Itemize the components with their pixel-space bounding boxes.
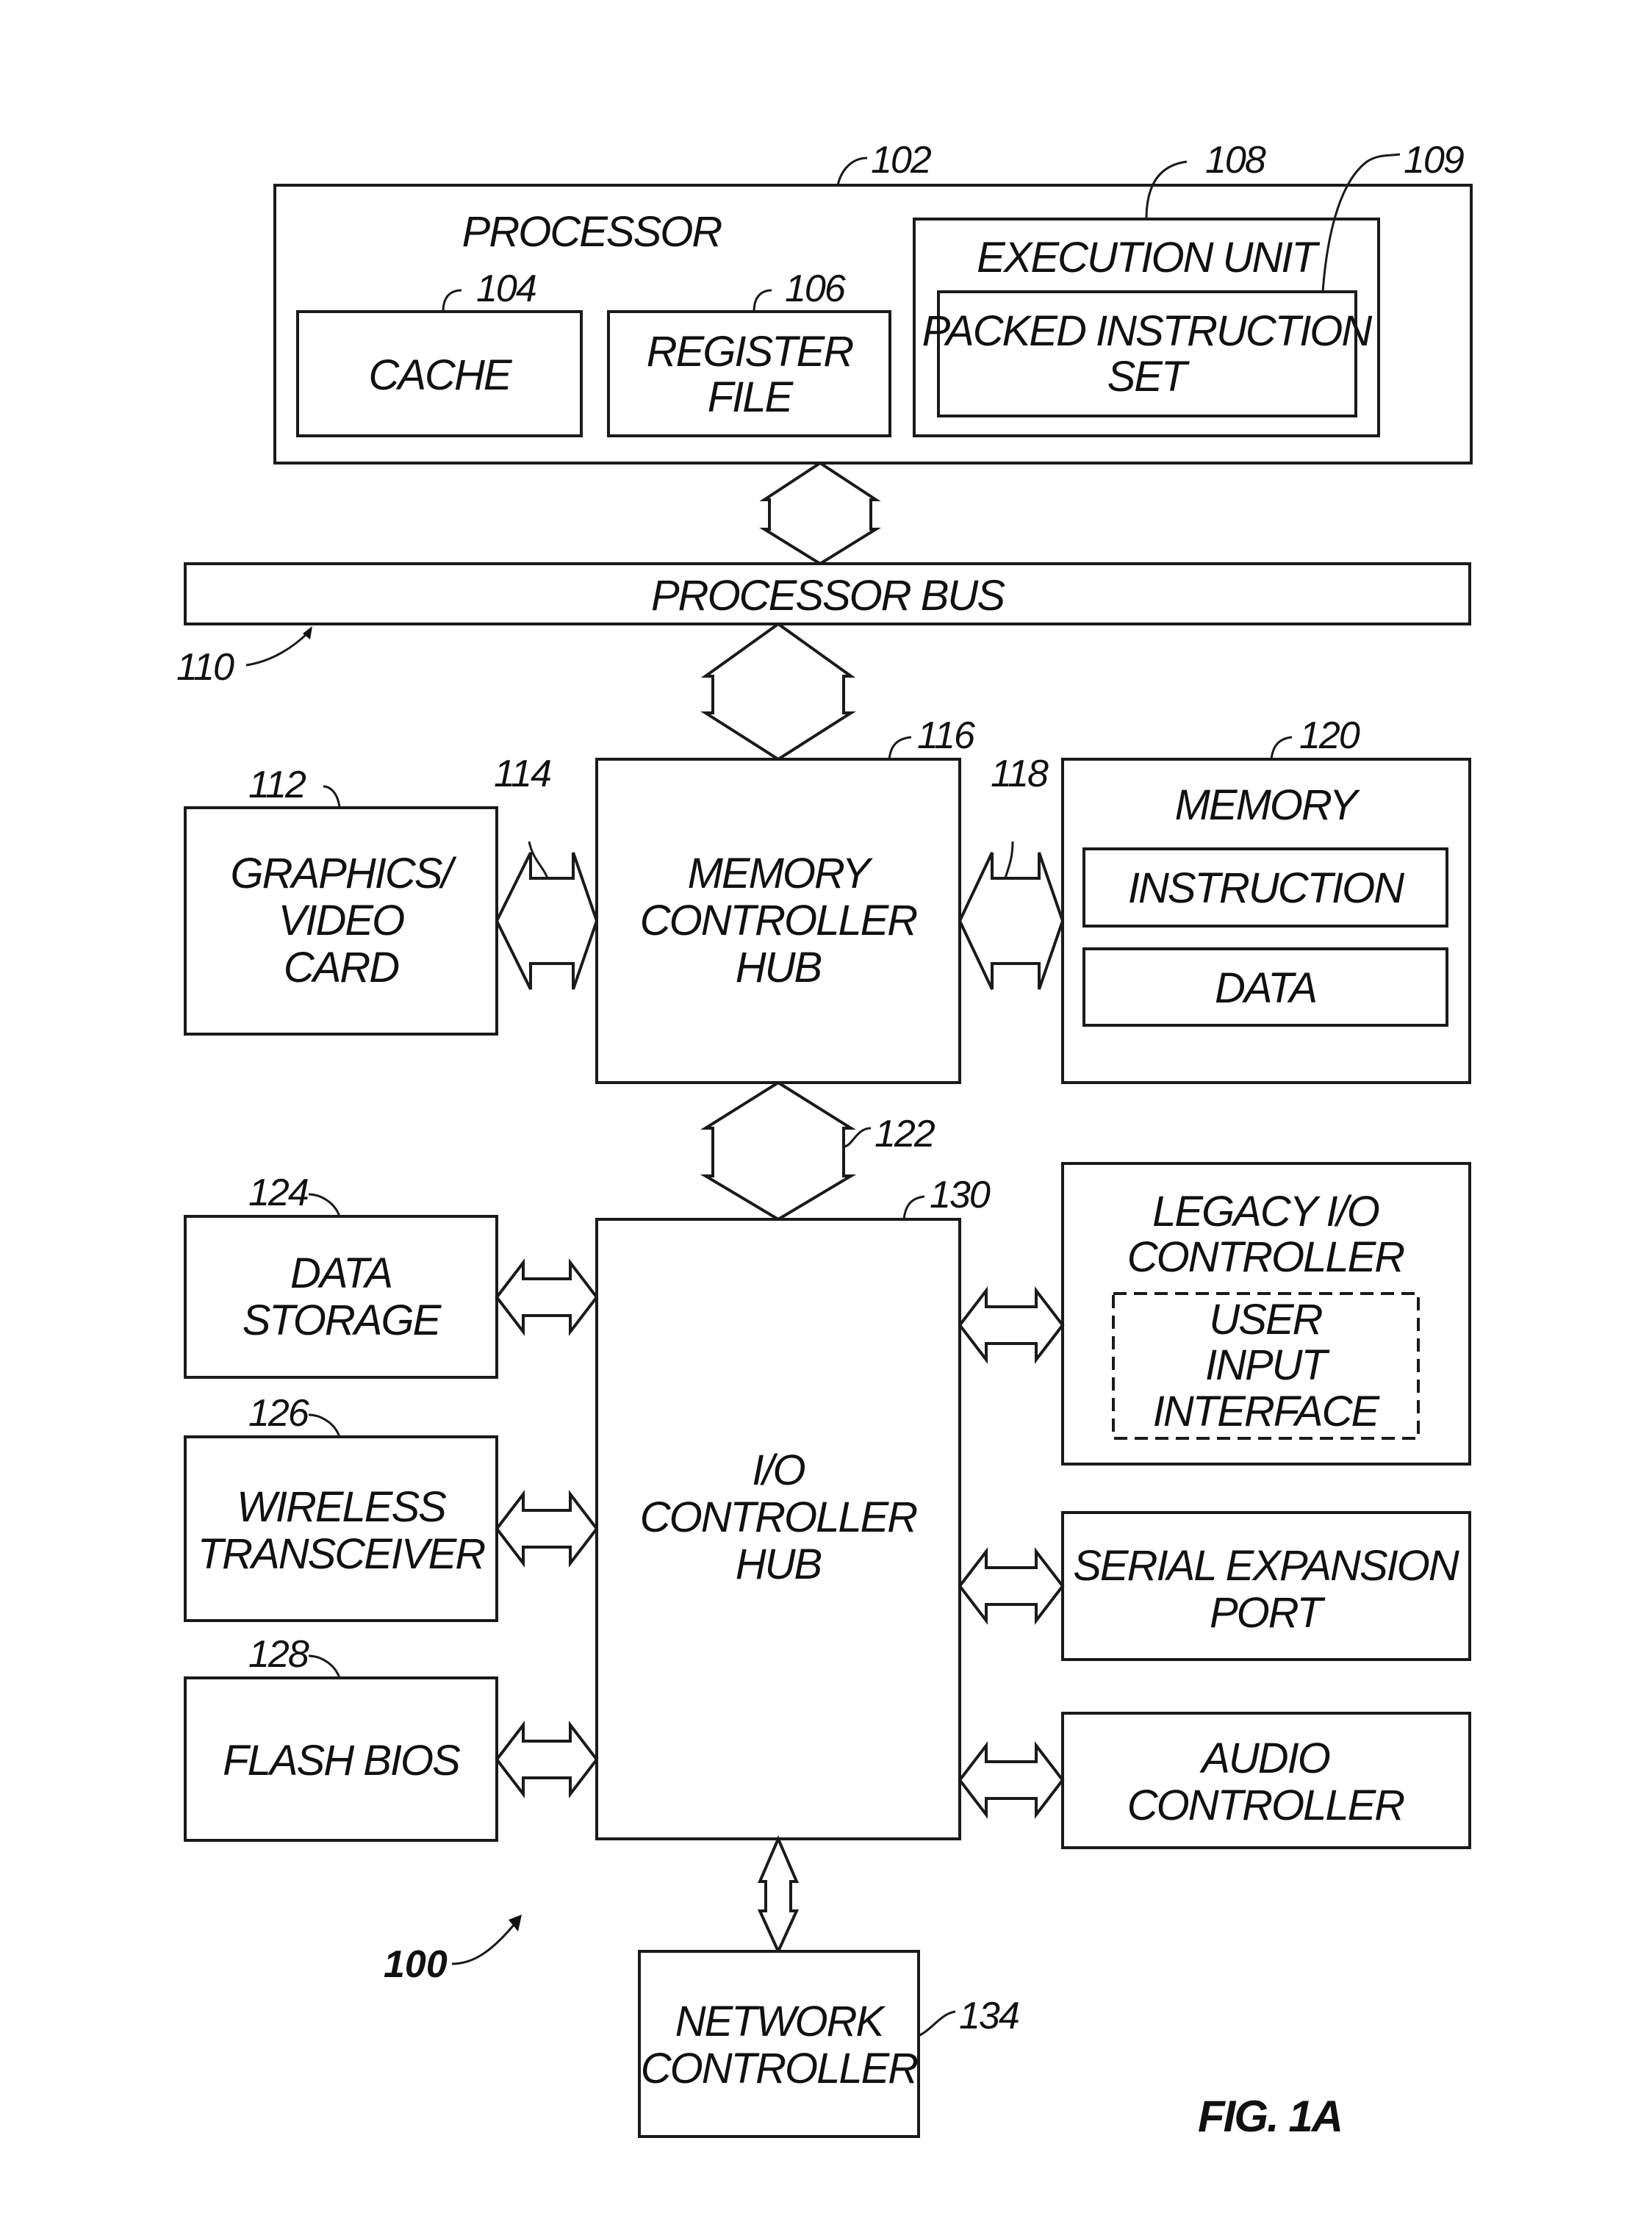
- legacy-io-controller-block: LEGACY I/O CONTROLLER USER INPUT INTERFA…: [1061, 1162, 1471, 1466]
- flash-bios-label: FLASH BIOS: [223, 1737, 461, 1784]
- ich-label-line2: CONTROLLER: [640, 1493, 918, 1541]
- wireless-label-line2: TRANSCEIVER: [198, 1530, 486, 1578]
- data-storage-label-line1: DATA: [290, 1249, 392, 1297]
- cache-ref: 104: [476, 268, 536, 310]
- user-input-label-line3: INTERFACE: [1153, 1388, 1381, 1435]
- data-storage-block: DATA STORAGE 124: [184, 1172, 498, 1379]
- graphics-link-ref: 114: [494, 753, 550, 795]
- graphics-label-line2: VIDEO: [279, 897, 404, 944]
- legacy-io-label-line1: LEGACY I/O: [1152, 1188, 1379, 1235]
- mch-ref: 116: [917, 714, 975, 757]
- processor-ref: 102: [871, 139, 932, 182]
- execution-unit-ref: 108: [1205, 139, 1266, 182]
- wireless-ref-leader: [308, 1413, 341, 1438]
- flash-bios-ref: 128: [248, 1633, 309, 1676]
- packed-instruction-set-label-line1: PACKED INSTRUCTION: [922, 307, 1373, 355]
- wireless-transceiver-block: WIRELESS TRANSCEIVER 126: [184, 1392, 498, 1622]
- network-ref-leader: [918, 2010, 956, 2037]
- processor-bus-ref-leader: [245, 631, 310, 667]
- wireless-ich-arrow: [495, 1490, 599, 1568]
- serial-label-line2: PORT: [1210, 1589, 1326, 1637]
- ich-audio-arrow: [958, 1741, 1065, 1819]
- io-controller-hub-block: I/O CONTROLLER HUB 130: [595, 1174, 992, 1840]
- packed-instruction-set-ref: 109: [1404, 139, 1464, 182]
- execution-unit-label: EXECUTION UNIT: [977, 234, 1320, 281]
- graphics-mch-arrow: [495, 852, 599, 990]
- computer-system-block-diagram: PROCESSOR 102 CACHE 104 REGISTER FILE 10…: [176, 139, 1473, 2141]
- mch-label-line3: HUB: [736, 944, 822, 991]
- graphics-label-line1: GRAPHICS/: [230, 850, 457, 897]
- register-file-label-line1: REGISTER: [647, 328, 854, 376]
- processor-ref-leader: [836, 157, 868, 186]
- ich-ref-leader: [902, 1195, 925, 1220]
- system-ref-leader: [451, 1923, 516, 1965]
- serial-label-line1: SERIAL EXPANSION: [1073, 1542, 1459, 1590]
- mch-memory-arrow: [958, 852, 1065, 990]
- memory-instruction-label: INSTRUCTION: [1128, 864, 1404, 912]
- processor-bus-ref: 110: [176, 646, 234, 689]
- mch-label-line1: MEMORY: [688, 850, 874, 897]
- audio-label-line1: AUDIO: [1199, 1735, 1330, 1782]
- memory-link-ref: 118: [991, 753, 1049, 795]
- user-input-label-line2: INPUT: [1205, 1341, 1330, 1389]
- serial-expansion-port-block: SERIAL EXPANSION PORT: [1061, 1511, 1471, 1661]
- memory-controller-hub-block: MEMORY CONTROLLER HUB 116: [595, 714, 977, 1084]
- audio-label-line2: CONTROLLER: [1127, 1782, 1405, 1829]
- data-storage-ref: 124: [248, 1172, 308, 1214]
- data-storage-ref-leader: [308, 1193, 341, 1217]
- figure-label: FIG. 1A: [1198, 2092, 1342, 2141]
- network-label-line1: NETWORK: [675, 1998, 886, 2045]
- network-ref: 134: [959, 1995, 1019, 2037]
- processor-bus-label: PROCESSOR BUS: [651, 572, 1005, 620]
- memory-link-ref-leader: [1004, 841, 1014, 879]
- memory-ref: 120: [1299, 714, 1360, 757]
- wireless-label-line1: WIRELESS: [237, 1483, 447, 1531]
- flash-bios-ref-leader: [308, 1654, 341, 1679]
- ich-serial-arrow: [958, 1547, 1065, 1625]
- user-input-label-line1: USER: [1209, 1296, 1322, 1344]
- memory-ref-leader: [1270, 736, 1293, 760]
- packed-instruction-set-label-line2: SET: [1107, 353, 1190, 401]
- processor-label: PROCESSOR: [462, 208, 722, 256]
- bus-mch-arrow: [700, 622, 856, 761]
- legacy-io-label-line2: CONTROLLER: [1127, 1233, 1405, 1281]
- hub-link-ref: 122: [875, 1113, 935, 1155]
- data-storage-label-line2: STORAGE: [243, 1296, 442, 1344]
- ich-network-arrow: [757, 1834, 800, 1955]
- memory-label: MEMORY: [1175, 781, 1361, 829]
- register-file-ref: 106: [785, 268, 846, 310]
- graphics-label-line3: CARD: [284, 944, 399, 991]
- mch-ref-leader: [888, 736, 912, 760]
- data-storage-ich-arrow: [495, 1258, 599, 1336]
- mch-ich-arrow: [700, 1080, 857, 1222]
- graphics-ref: 112: [248, 764, 306, 806]
- processor-bus-arrow: [758, 461, 882, 566]
- ich-legacy-io-arrow: [958, 1286, 1065, 1364]
- register-file-label-line2: FILE: [708, 373, 794, 421]
- audio-controller-block: AUDIO CONTROLLER: [1061, 1712, 1471, 1849]
- wireless-ref: 126: [248, 1392, 309, 1435]
- flash-bios-ich-arrow: [495, 1721, 599, 1798]
- ich-label-line1: I/O: [752, 1446, 805, 1494]
- memory-data-label: DATA: [1215, 964, 1316, 1012]
- hub-link-ref-leader: [843, 1127, 872, 1148]
- graphics-video-card-block: GRAPHICS/ VIDEO CARD 112: [184, 764, 498, 1036]
- mch-label-line2: CONTROLLER: [640, 897, 918, 944]
- network-label-line2: CONTROLLER: [641, 2045, 919, 2092]
- flash-bios-block: FLASH BIOS 128: [184, 1633, 498, 1842]
- system-ref: 100: [384, 1943, 448, 1986]
- cache-label: CACHE: [368, 351, 512, 399]
- graphics-ref-leader: [323, 785, 341, 808]
- ich-ref: 130: [930, 1174, 991, 1216]
- memory-block: MEMORY INSTRUCTION DATA 120: [1061, 714, 1471, 1084]
- network-controller-block: NETWORK CONTROLLER 134: [638, 1950, 1020, 2138]
- ich-label-line3: HUB: [736, 1540, 822, 1588]
